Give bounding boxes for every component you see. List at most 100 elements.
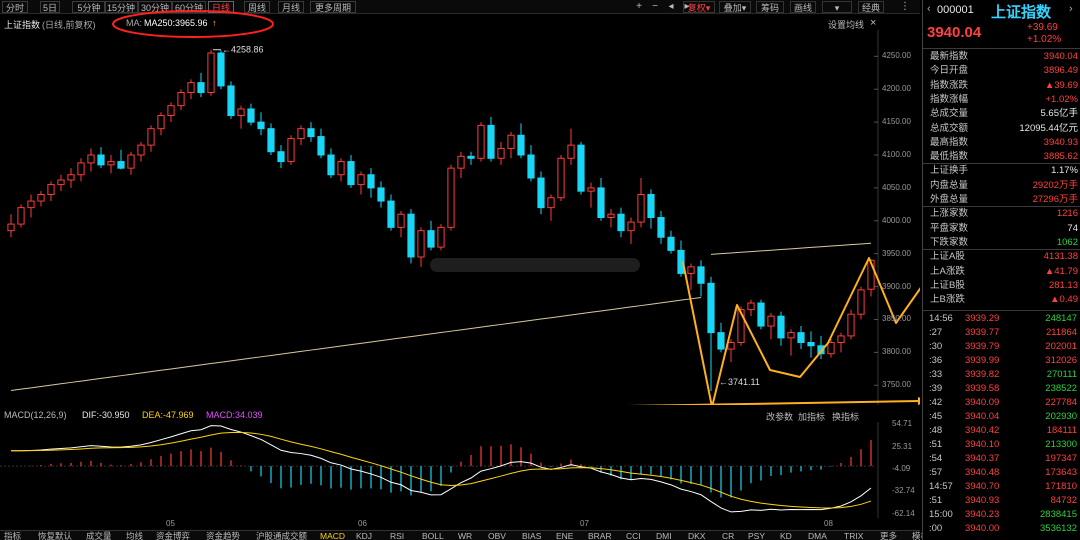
- tick-price: 3939.29: [965, 313, 1000, 324]
- indicator-tab[interactable]: PSY: [748, 531, 765, 540]
- candle-body: [367, 174, 375, 189]
- stat-value: ▲0.49: [1050, 294, 1078, 306]
- add-icon[interactable]: +: [632, 0, 646, 14]
- stat-label: 最新指数: [930, 51, 969, 62]
- candle-body: [387, 200, 395, 228]
- indicator-tab[interactable]: CR: [722, 531, 734, 540]
- indicator-tab[interactable]: 资金趋势: [206, 531, 240, 540]
- indicator-tab[interactable]: 资金博弈: [156, 531, 190, 540]
- tick-time: :57: [929, 467, 943, 478]
- classic-button[interactable]: 经典: [858, 1, 884, 13]
- candle-body: [257, 121, 265, 130]
- candle-body: [837, 335, 845, 343]
- month-label-05: 05: [166, 519, 175, 528]
- candle-body: [137, 144, 145, 156]
- indicator-tab[interactable]: OBV: [488, 531, 506, 540]
- candle-body: [697, 266, 705, 284]
- candle-body: [747, 302, 755, 311]
- indicator-tab[interactable]: BIAS: [522, 531, 541, 540]
- tick-time: :30: [929, 341, 943, 352]
- candlestick-chart[interactable]: ←4258.86 ←3741.11: [0, 30, 920, 405]
- stat-label: 指数涨跌: [930, 79, 969, 91]
- stat-value: 12095.44亿元: [1019, 122, 1078, 134]
- price-axis: 4250.00 4200.00 4150.00 4100.00 4050.00 4000.…: [880, 30, 920, 405]
- stat-row: 上涨家数 1216: [926, 207, 1078, 221]
- stat-label: 上A涨跌: [930, 265, 965, 277]
- tick-time: 15:00: [929, 509, 953, 520]
- candle-body: [727, 342, 735, 350]
- close-icon[interactable]: ×: [870, 17, 876, 29]
- indicator-tab[interactable]: 更多: [880, 531, 897, 540]
- period-button-5min[interactable]: 5分钟: [72, 1, 106, 13]
- stat-label: 上证A股: [930, 251, 965, 263]
- tick-price: 3940.37: [965, 453, 1000, 464]
- candle-body: [237, 108, 245, 117]
- period-button-more[interactable]: 更多周期: [310, 1, 356, 13]
- indicator-tab[interactable]: DMA: [808, 531, 827, 540]
- candle-body: [457, 155, 465, 169]
- stat-value: 74: [1067, 222, 1078, 234]
- macd-tick-label: -4.09: [892, 464, 911, 474]
- candle-body: [657, 217, 665, 238]
- overlay-button[interactable]: 叠加▾: [719, 1, 751, 13]
- low-annotation: ←3741.11: [719, 377, 760, 387]
- tick-price: 3940.09: [965, 397, 1000, 408]
- macd-chart[interactable]: [0, 422, 920, 518]
- tick-row: :36 3939.99 312026: [923, 354, 1080, 367]
- more-dropdown-button[interactable]: ▾: [822, 1, 852, 13]
- adjust-button[interactable]: 复权▾: [683, 1, 715, 13]
- candle-body: [7, 223, 15, 232]
- indicator-tab[interactable]: ENE: [556, 531, 573, 540]
- stat-row: 下跌家数 1062: [926, 236, 1078, 250]
- candle-body: [827, 342, 835, 355]
- period-button-timeshare[interactable]: 分时: [2, 1, 28, 13]
- indicator-tab[interactable]: 指标: [4, 531, 21, 540]
- indicator-tab[interactable]: KD: [780, 531, 792, 540]
- quote-panel: ‹ 000001 上证指数 › 3940.04 +39.69 +1.02% 最新…: [922, 0, 1080, 540]
- candle-body: [767, 315, 775, 327]
- menu-icon[interactable]: ⋮: [898, 0, 912, 14]
- indicator-tab[interactable]: RSI: [390, 531, 404, 540]
- macd-tick-label: 25.31: [892, 441, 913, 451]
- candle-body: [637, 193, 645, 223]
- indicator-tab[interactable]: KDJ: [356, 531, 372, 540]
- candle-body: [337, 161, 345, 176]
- indicator-tab[interactable]: 均线: [126, 531, 143, 540]
- candle-body: [607, 213, 615, 218]
- indicator-tab[interactable]: 沪股通成交额: [256, 531, 307, 540]
- indicator-tab[interactable]: 成交量: [86, 531, 112, 540]
- chips-button[interactable]: 筹码: [756, 1, 784, 13]
- indicator-tab[interactable]: CCI: [626, 531, 641, 540]
- indicator-tab[interactable]: 恢复默认: [38, 531, 72, 540]
- candle-body: [177, 92, 185, 107]
- back-icon[interactable]: ‹: [927, 3, 931, 15]
- indicator-tab[interactable]: WR: [458, 531, 472, 540]
- tick-vol: 2838415: [1040, 509, 1077, 520]
- left-icon[interactable]: ◂: [664, 0, 678, 14]
- tick-row: :48 3940.42 184111: [923, 424, 1080, 437]
- stat-row: 外盘总量 27296万手: [926, 193, 1078, 207]
- stat-row: 上证A股 4131.38: [926, 250, 1078, 264]
- period-button-5day[interactable]: 5日: [40, 1, 60, 13]
- stat-value: 1216: [1056, 208, 1078, 220]
- indicator-tab[interactable]: BOLL: [422, 531, 444, 540]
- indicator-tab[interactable]: TRIX: [844, 531, 863, 540]
- minus-icon[interactable]: −: [648, 0, 662, 14]
- indicator-tab[interactable]: DKX: [688, 531, 705, 540]
- forward-icon[interactable]: ›: [1069, 3, 1073, 15]
- macd-title: MACD(12,26,9): [4, 410, 67, 420]
- macd-tick-label: -32.74: [892, 486, 915, 496]
- indicator-tab[interactable]: MACD: [320, 531, 345, 540]
- indicator-tab[interactable]: DMI: [656, 531, 672, 540]
- candle-body: [717, 332, 725, 350]
- indicator-tab[interactable]: BRAR: [588, 531, 612, 540]
- month-label-07: 07: [580, 519, 589, 528]
- period-button-monthly[interactable]: 月线: [278, 1, 304, 13]
- dea-label: DEA:-47.969: [142, 410, 194, 420]
- tick-row: :27 3939.77 211864: [923, 326, 1080, 339]
- candle-body: [97, 154, 105, 166]
- draw-line-button[interactable]: 画线: [790, 1, 816, 13]
- tick-vol: 184111: [1046, 425, 1077, 436]
- candle-body: [777, 315, 785, 339]
- tick-price: 3940.10: [965, 439, 1000, 450]
